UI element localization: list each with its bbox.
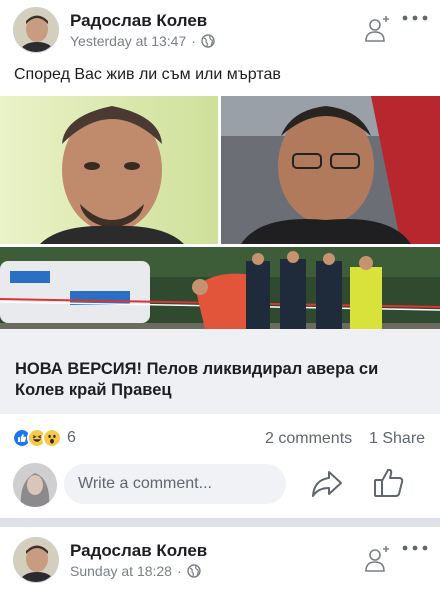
feed-post: Радослав Колев Sunday at 18:28 · [0,530,440,600]
comment-composer: Write a comment... [0,458,440,512]
comment-input[interactable]: Write a comment... [64,464,286,504]
reactions-summary[interactable]: 6 [12,428,76,448]
add-friend-icon[interactable] [364,544,390,574]
user-avatar[interactable] [13,463,57,507]
more-options-icon[interactable] [401,542,429,554]
post-header: Радослав Колев Yesterday at 13:47 · [0,0,440,60]
wow-reaction-icon [42,428,62,448]
post-divider [0,518,440,527]
post-text: Според Вас жив ли съм или мъртав [14,66,281,83]
photo-crime-scene [0,247,440,329]
author-name[interactable]: Радослав Колев [70,11,207,31]
comments-count[interactable]: 2 comments [265,430,352,448]
share-count[interactable]: 1 Share [369,430,425,448]
post-meta: Yesterday at 13:47 · [70,33,215,49]
photo-mugshot [0,96,218,244]
author-avatar[interactable] [13,7,59,53]
share-icon[interactable] [310,468,344,500]
photo-portrait [221,96,440,244]
post-meta: Sunday at 18:28 · [70,563,201,579]
globe-icon [201,34,215,48]
author-name[interactable]: Радослав Колев [70,541,207,561]
link-image[interactable] [0,96,440,329]
globe-icon [186,564,201,578]
reaction-count: 6 [67,429,76,446]
like-thumb-icon[interactable] [372,466,406,500]
author-avatar[interactable] [13,537,59,583]
post-timestamp[interactable]: Sunday at 18:28 [70,563,172,579]
link-title[interactable]: НОВА ВЕРСИЯ! Пелов ликвидирал авера си К… [15,359,415,401]
add-friend-icon[interactable] [364,14,390,44]
post-header: Радослав Колев Sunday at 18:28 · [0,530,440,590]
more-options-icon[interactable] [401,12,429,24]
post-timestamp[interactable]: Yesterday at 13:47 [70,33,186,49]
